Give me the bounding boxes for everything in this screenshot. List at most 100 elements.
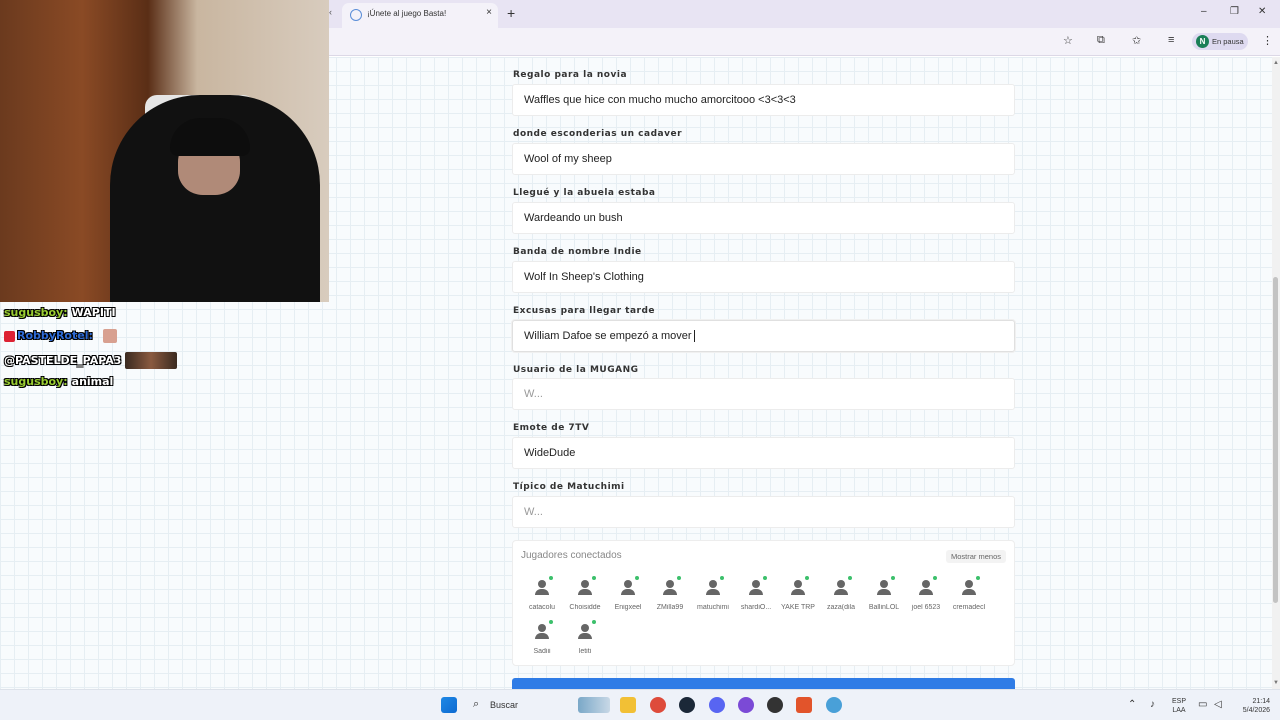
field-label-7tv: Emote de 7TV (513, 423, 590, 433)
badge-icon (4, 330, 15, 342)
player-name: letiti (578, 648, 592, 655)
new-tab-button[interactable]: + (507, 5, 515, 21)
player-name: Choisidde (569, 604, 601, 611)
online-dot-icon (592, 620, 596, 624)
emote-icon (125, 352, 178, 369)
close-window-button[interactable]: ✕ (1258, 6, 1266, 17)
search-label: Buscar (490, 700, 519, 710)
chat-message: RobbyRotel: (4, 329, 177, 352)
players-title: Jugadores conectados (521, 550, 622, 561)
online-dot-icon (891, 576, 895, 580)
profile-status: En pausa (1212, 37, 1244, 46)
field-input-mugang[interactable]: W... (512, 378, 1015, 410)
browser-tab[interactable]: ¡Únete al juego Basta! × (342, 3, 498, 28)
field-label-excusas: Excusas para llegar tarde (513, 306, 655, 316)
player-item: shardiO... (735, 576, 777, 611)
profile-button[interactable]: N En pausa (1192, 33, 1248, 50)
player-name: Sadiii (533, 648, 551, 655)
chrome-icon[interactable] (650, 697, 666, 713)
field-label-abuela: Llegué y la abuela estaba (513, 188, 656, 198)
field-input-excusas-text: William Dafoe se empezó a mover (524, 330, 692, 342)
show-less-button[interactable]: Mostrar menos (945, 550, 1006, 563)
player-name: Enigxeel (614, 604, 642, 611)
user-icon (660, 576, 681, 597)
clock-date: 5/4/2026 (1242, 707, 1270, 714)
online-dot-icon (635, 576, 639, 580)
start-windows-icon[interactable] (441, 697, 457, 713)
field-input-matuchimi[interactable]: W... (512, 496, 1015, 528)
user-icon (916, 576, 937, 597)
field-input-7tv[interactable]: WideDude (512, 437, 1015, 469)
online-dot-icon (677, 576, 681, 580)
avatar: N (1196, 35, 1209, 48)
field-input-banda[interactable]: Wolf In Sheep's Clothing (512, 261, 1015, 293)
online-dot-icon (933, 576, 937, 580)
discord-icon[interactable] (709, 697, 725, 713)
globe-icon (350, 9, 362, 21)
field-label-banda: Banda de nombre Indie (513, 247, 642, 257)
brave-icon[interactable] (796, 697, 812, 713)
online-dot-icon (549, 576, 553, 580)
emote-icon (102, 329, 117, 343)
scrollbar-thumb[interactable] (1273, 277, 1278, 603)
online-dot-icon (976, 576, 980, 580)
windows-taskbar: ⌕ Buscar ⌃ ♪ ESP LAA ▭ ◁ 21:14 5/4/2026 (0, 689, 1280, 720)
player-name: ZMilla99 (656, 604, 684, 611)
weather-widget-icon[interactable] (578, 697, 610, 713)
field-label-cadaver: donde esconderias un cadaver (513, 129, 683, 139)
player-name: cremadecl (952, 604, 986, 611)
player-item: catacolu (521, 576, 563, 611)
field-input-excusas[interactable]: William Dafoe se empezó a mover (512, 320, 1015, 352)
tray-chevron-icon[interactable]: ⌃ (1128, 699, 1136, 710)
menu-kebab-icon[interactable]: ⋮ (1262, 34, 1273, 47)
network-icon[interactable]: ▭ (1198, 699, 1207, 710)
user-icon (532, 620, 553, 641)
steam-icon[interactable] (679, 697, 695, 713)
clock-time: 21:14 (1252, 698, 1270, 705)
scroll-down-icon[interactable]: ▼ (1273, 680, 1279, 686)
language-bottom: LAA (1172, 707, 1186, 714)
app-icon-2[interactable] (826, 697, 842, 713)
tab-scroll-left-icon[interactable]: ‹ (329, 7, 332, 17)
player-item: YAKE TRP (777, 576, 819, 611)
user-icon (575, 620, 596, 641)
page-scrollbar[interactable]: ▲ ▼ (1272, 57, 1280, 689)
streamer-hair (170, 118, 250, 156)
chat-text: animal (71, 375, 114, 388)
bookmark-star-icon[interactable]: ☆ (1063, 34, 1073, 47)
online-dot-icon (549, 620, 553, 624)
player-item: matuchimi (692, 576, 734, 611)
online-dot-icon (848, 576, 852, 580)
online-dot-icon (763, 576, 767, 580)
microphone-icon[interactable]: ♪ (1150, 699, 1155, 710)
obs-icon[interactable] (767, 697, 783, 713)
player-item: zaza(dila (820, 576, 862, 611)
chat-message: @PASTELDE_PAPA3 (4, 352, 178, 375)
player-item: Enigxeel (607, 576, 649, 611)
field-input-cadaver[interactable]: Wool of my sheep (512, 143, 1015, 175)
player-name: shardiO... (740, 604, 772, 611)
submit-button[interactable] (512, 678, 1015, 689)
stream-chat: sugusboy: WAPITI RobbyRotel: @PASTELDE_PA… (4, 306, 178, 398)
chat-username: sugusboy: (4, 306, 68, 319)
volume-icon[interactable]: ◁ (1214, 699, 1222, 710)
field-label-mugang: Usuario de la MUGANG (513, 365, 639, 375)
online-dot-icon (720, 576, 724, 580)
scroll-up-icon[interactable]: ▲ (1273, 60, 1279, 66)
maximize-button[interactable]: ❐ (1230, 6, 1239, 17)
app-icon[interactable] (738, 697, 754, 713)
field-input-regalo[interactable]: Waffles que hice con mucho mucho amorcit… (512, 84, 1015, 116)
clock[interactable]: 21:14 5/4/2026 (1234, 697, 1270, 715)
file-explorer-icon[interactable] (620, 697, 636, 713)
player-name: joel 6523 (911, 604, 941, 611)
minimize-button[interactable]: – (1201, 6, 1207, 17)
chat-username: @PASTELDE_PAPA3 (4, 353, 122, 367)
language-indicator[interactable]: ESP LAA (1168, 697, 1190, 715)
media-control-icon[interactable]: ≡ (1168, 34, 1174, 46)
field-input-abuela[interactable]: Wardeando un bush (512, 202, 1015, 234)
favorites-icon[interactable]: ✩ (1132, 34, 1141, 47)
close-tab-icon[interactable]: × (486, 7, 492, 18)
extensions-icon[interactable]: ⧉ (1097, 34, 1105, 47)
field-label-matuchimi: Típico de Matuchimi (513, 482, 625, 492)
player-name: BallinLOL (868, 604, 900, 611)
